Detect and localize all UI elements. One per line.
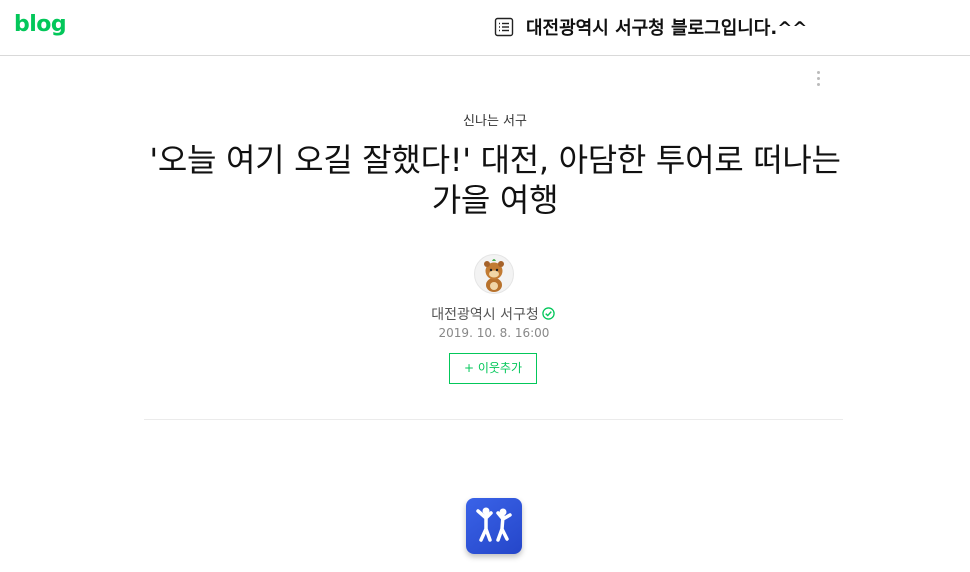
author-avatar[interactable] xyxy=(474,254,514,294)
blog-header: blog 대전광역시 서구청 블로그입니다.^^ xyxy=(0,0,970,56)
content-divider xyxy=(144,419,843,420)
author-name[interactable]: 대전광역시 서구청 xyxy=(431,307,539,323)
post-category[interactable]: 신나는 서구 xyxy=(0,110,970,129)
post-title: '오늘 여기 오길 잘했다!' 대전, 아담한 투어로 떠나는 가을 여행 xyxy=(149,141,841,219)
verified-check-icon xyxy=(542,307,555,320)
author-name-row[interactable]: 대전광역시 서구청 xyxy=(0,304,970,324)
more-vertical-icon[interactable] xyxy=(812,68,824,90)
blog-title[interactable]: 대전광역시 서구청 블로그입니다.^^ xyxy=(526,14,807,40)
blog-title-link[interactable]: 대전광역시 서구청 블로그입니다.^^ xyxy=(494,14,807,40)
post-date: 2019. 10. 8. 16:00 xyxy=(438,326,550,340)
dancing-people-icon xyxy=(466,498,522,554)
list-icon[interactable] xyxy=(494,17,514,37)
mascot-avatar-image xyxy=(484,259,504,292)
blog-logo[interactable]: blog xyxy=(14,12,67,37)
add-neighbor-button[interactable]: + 이웃추가 xyxy=(449,353,537,384)
